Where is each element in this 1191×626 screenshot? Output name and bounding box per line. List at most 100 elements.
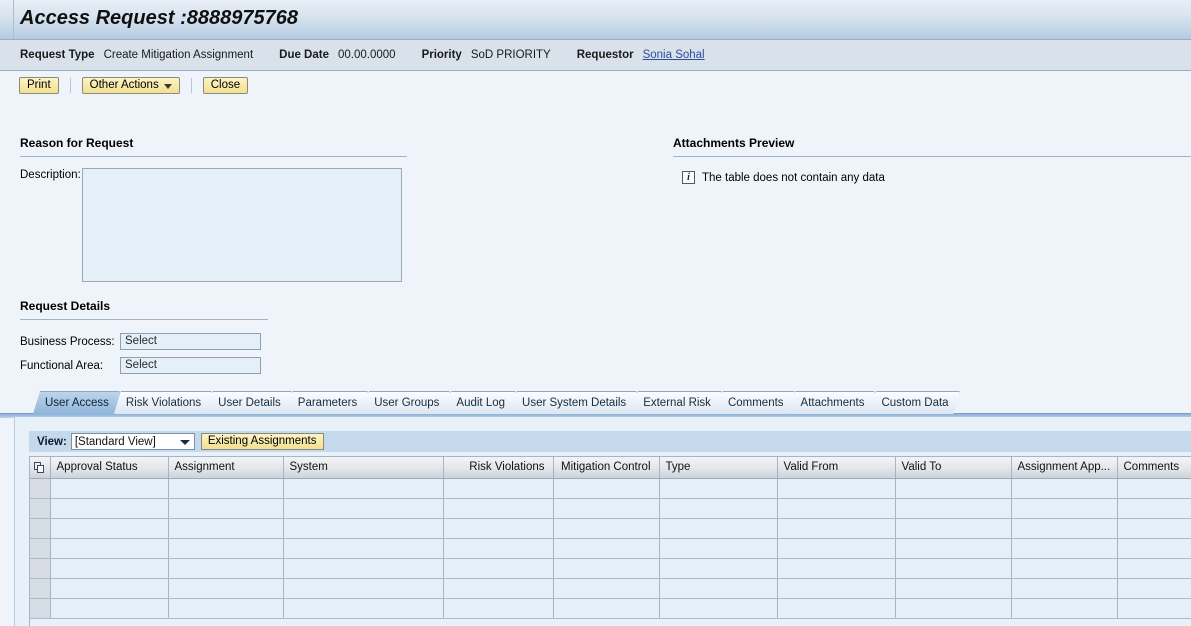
table-cell[interactable]: [443, 518, 554, 539]
table-cell[interactable]: [443, 598, 554, 619]
table-cell[interactable]: [168, 558, 284, 579]
tab-audit-log[interactable]: Audit Log: [444, 391, 517, 414]
table-cell[interactable]: [1117, 538, 1191, 559]
table-cell[interactable]: [283, 578, 444, 599]
table-cell[interactable]: [553, 578, 660, 599]
row-selector-cell[interactable]: [30, 538, 51, 559]
table-cell[interactable]: [895, 518, 1012, 539]
tab-parameters[interactable]: Parameters: [286, 391, 369, 414]
column-header-risk-violations[interactable]: Risk Violations: [443, 457, 554, 479]
row-selector-cell[interactable]: [30, 478, 51, 499]
table-cell[interactable]: [777, 598, 896, 619]
row-selector-cell[interactable]: [30, 518, 51, 539]
table-cell[interactable]: [50, 538, 169, 559]
table-cell[interactable]: [1117, 478, 1191, 499]
select-all-header[interactable]: [30, 457, 51, 479]
table-cell[interactable]: [659, 538, 778, 559]
table-cell[interactable]: [895, 558, 1012, 579]
table-cell[interactable]: [283, 518, 444, 539]
table-cell[interactable]: [659, 598, 778, 619]
column-header-comments[interactable]: Comments: [1117, 457, 1191, 479]
table-cell[interactable]: [1117, 598, 1191, 619]
table-cell[interactable]: [50, 478, 169, 499]
tab-user-system-details[interactable]: User System Details: [510, 391, 638, 414]
column-header-system[interactable]: System: [283, 457, 444, 479]
table-cell[interactable]: [659, 498, 778, 519]
table-cell[interactable]: [50, 498, 169, 519]
table-cell[interactable]: [168, 498, 284, 519]
existing-assignments-button[interactable]: Existing Assignments: [200, 433, 324, 450]
table-row[interactable]: [30, 478, 1191, 499]
column-header-type[interactable]: Type: [659, 457, 778, 479]
table-cell[interactable]: [168, 478, 284, 499]
table-cell[interactable]: [283, 598, 444, 619]
table-cell[interactable]: [50, 518, 169, 539]
table-cell[interactable]: [659, 578, 778, 599]
requestor-link[interactable]: Sonia Sohal: [643, 49, 705, 61]
table-cell[interactable]: [553, 498, 660, 519]
column-header-assignment[interactable]: Assignment: [168, 457, 284, 479]
table-row[interactable]: [30, 598, 1191, 619]
table-cell[interactable]: [443, 538, 554, 559]
table-row[interactable]: [30, 578, 1191, 599]
table-cell[interactable]: [283, 498, 444, 519]
table-cell[interactable]: [283, 538, 444, 559]
table-cell[interactable]: [1011, 538, 1118, 559]
table-cell[interactable]: [777, 538, 896, 559]
table-cell[interactable]: [895, 538, 1012, 559]
table-cell[interactable]: [895, 478, 1012, 499]
table-cell[interactable]: [168, 538, 284, 559]
tab-user-details[interactable]: User Details: [206, 391, 293, 414]
table-cell[interactable]: [659, 518, 778, 539]
print-button[interactable]: Print: [19, 77, 59, 94]
table-row[interactable]: [30, 558, 1191, 579]
table-cell[interactable]: [1011, 558, 1118, 579]
other-actions-button[interactable]: Other Actions: [81, 77, 180, 94]
table-cell[interactable]: [1011, 498, 1118, 519]
table-cell[interactable]: [50, 598, 169, 619]
table-cell[interactable]: [443, 558, 554, 579]
table-cell[interactable]: [777, 578, 896, 599]
table-cell[interactable]: [168, 518, 284, 539]
table-row[interactable]: [30, 518, 1191, 539]
tab-user-access[interactable]: User Access: [33, 391, 121, 414]
description-textarea[interactable]: [82, 168, 402, 282]
table-cell[interactable]: [443, 478, 554, 499]
table-cell[interactable]: [1117, 558, 1191, 579]
tab-external-risk[interactable]: External Risk: [631, 391, 723, 414]
table-cell[interactable]: [895, 578, 1012, 599]
table-cell[interactable]: [1117, 498, 1191, 519]
table-cell[interactable]: [659, 558, 778, 579]
table-cell[interactable]: [659, 478, 778, 499]
table-cell[interactable]: [283, 558, 444, 579]
column-header-assignment-app[interactable]: Assignment App...: [1011, 457, 1118, 479]
row-selector-cell[interactable]: [30, 558, 51, 579]
column-header-valid-to[interactable]: Valid To: [895, 457, 1012, 479]
table-cell[interactable]: [777, 498, 896, 519]
table-row[interactable]: [30, 498, 1191, 519]
view-select[interactable]: [Standard View]: [70, 433, 195, 450]
table-cell[interactable]: [1011, 598, 1118, 619]
tab-risk-violations[interactable]: Risk Violations: [114, 391, 213, 414]
table-cell[interactable]: [50, 558, 169, 579]
table-cell[interactable]: [777, 518, 896, 539]
column-header-valid-from[interactable]: Valid From: [777, 457, 896, 479]
table-cell[interactable]: [50, 578, 169, 599]
close-button[interactable]: Close: [202, 77, 249, 94]
row-selector-cell[interactable]: [30, 498, 51, 519]
table-cell[interactable]: [283, 478, 444, 499]
table-cell[interactable]: [553, 538, 660, 559]
table-cell[interactable]: [777, 558, 896, 579]
table-cell[interactable]: [168, 598, 284, 619]
table-cell[interactable]: [553, 518, 660, 539]
table-cell[interactable]: [1117, 518, 1191, 539]
table-cell[interactable]: [553, 558, 660, 579]
table-cell[interactable]: [1011, 578, 1118, 599]
tab-custom-data[interactable]: Custom Data: [869, 391, 960, 414]
tab-attachments[interactable]: Attachments: [789, 391, 877, 414]
table-cell[interactable]: [895, 598, 1012, 619]
column-header-mitigation-control[interactable]: Mitigation Control: [553, 457, 660, 479]
table-cell[interactable]: [1011, 478, 1118, 499]
table-cell[interactable]: [1117, 578, 1191, 599]
column-header-approval-status[interactable]: Approval Status: [50, 457, 169, 479]
